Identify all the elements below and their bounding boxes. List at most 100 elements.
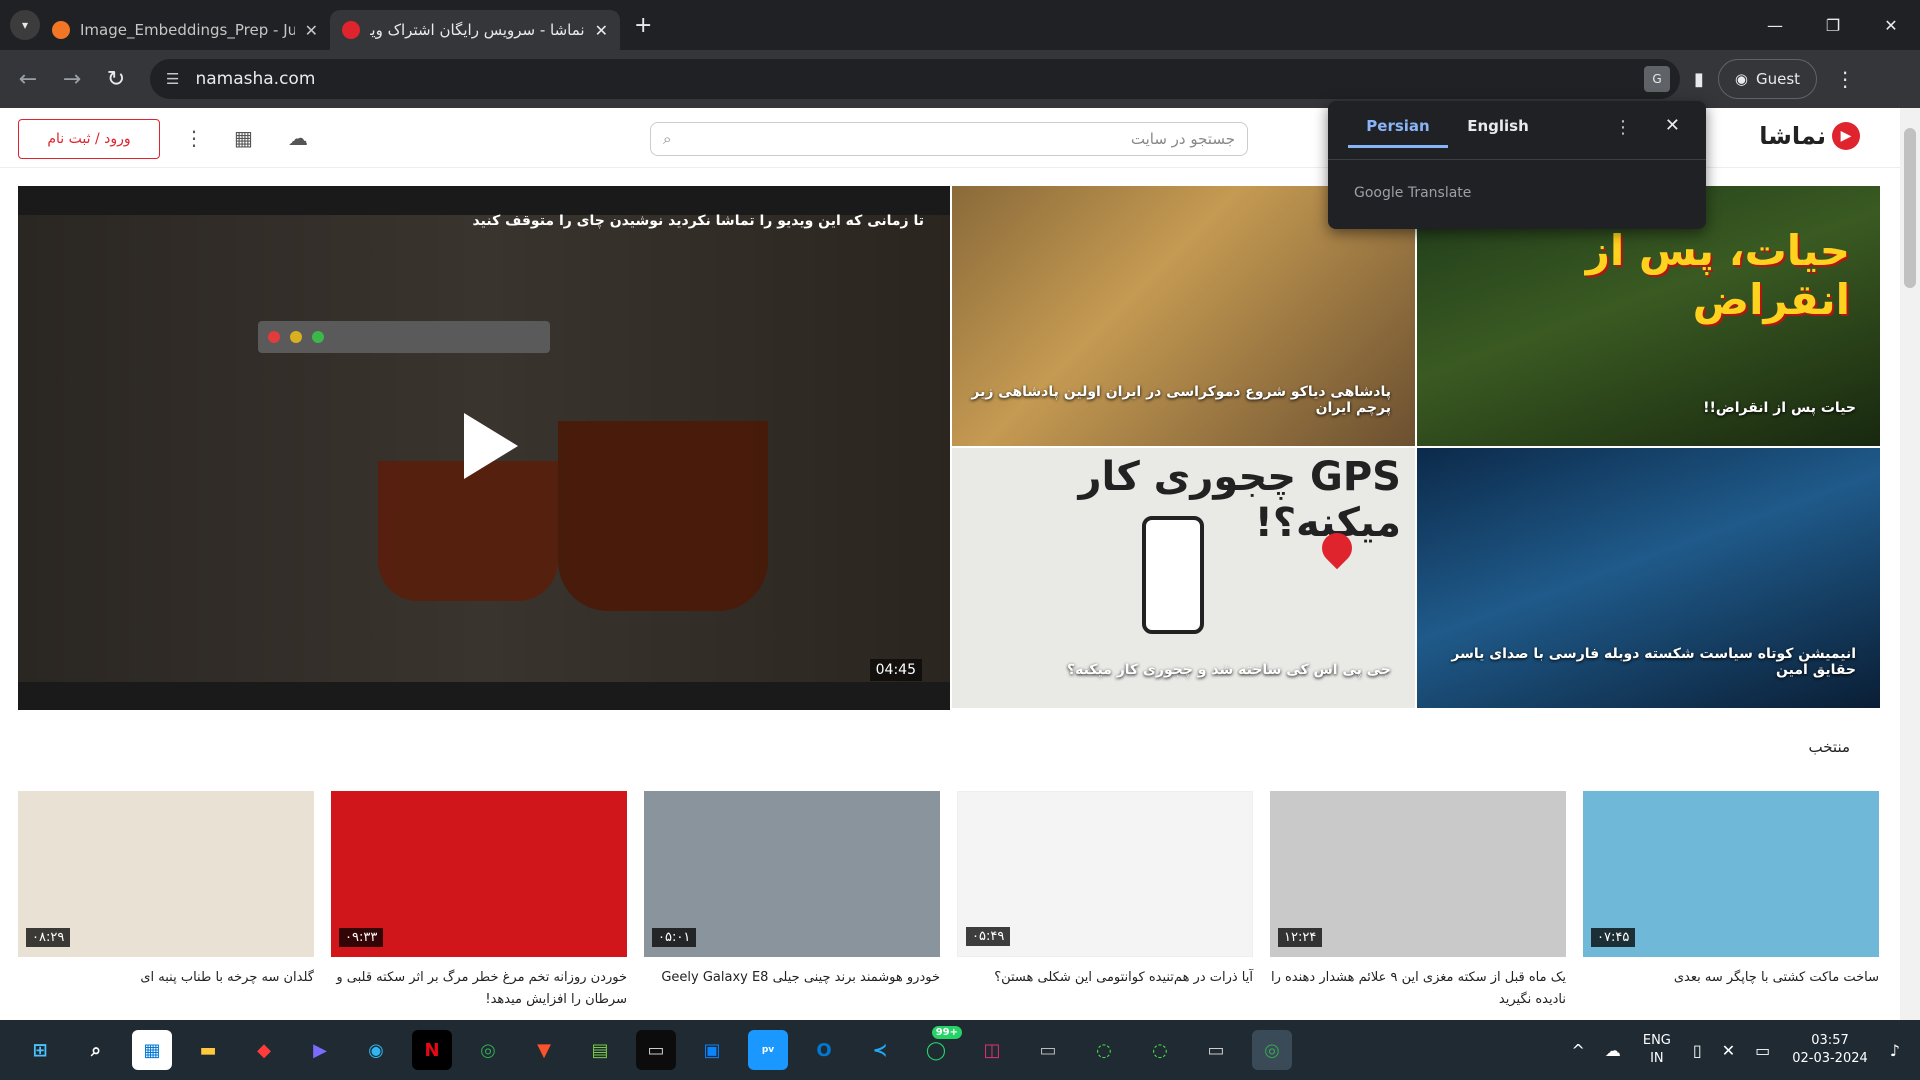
video-duration: 04:45 xyxy=(869,659,922,681)
tab-title: نماشا - سرویس رایگان اشتراک ویدیو xyxy=(370,21,585,39)
back-icon[interactable]: ← xyxy=(6,67,50,92)
site-logo[interactable]: نماشا ▶ xyxy=(1759,122,1860,150)
close-icon[interactable]: ✕ xyxy=(1665,115,1680,136)
translate-tab-english[interactable]: English xyxy=(1448,117,1548,148)
phone-graphic xyxy=(1142,516,1204,634)
vscode-icon[interactable]: ≺ xyxy=(860,1030,900,1070)
video-card[interactable]: ۰۸:۲۹ گلدان سه چرخه با طناب پنبه ای xyxy=(18,791,314,989)
outlook-icon[interactable]: O xyxy=(804,1030,844,1070)
minimize-icon[interactable]: — xyxy=(1746,0,1804,50)
video-card[interactable]: ۱۲:۲۴ یک ماه قبل از سکته مغزی این ۹ علائ… xyxy=(1270,791,1566,1011)
translate-tab-persian[interactable]: Persian xyxy=(1348,117,1448,148)
new-tab-button[interactable]: + xyxy=(634,13,652,38)
language-indicator[interactable]: ENG IN xyxy=(1643,1032,1671,1068)
start-icon[interactable]: ⊞ xyxy=(20,1030,60,1070)
clock[interactable]: 03:57 02-03-2024 xyxy=(1792,1032,1868,1068)
login-button[interactable]: ورود / ثبت نام xyxy=(18,119,160,159)
close-tab-icon[interactable]: ✕ xyxy=(595,21,608,40)
tile-caption: حیات پس از انقراض!! xyxy=(1703,400,1856,416)
browser-toolbar: ← → ↻ ☰ namasha.com G ▮ ◉ Guest ⋮ xyxy=(0,50,1920,108)
volume-icon[interactable]: ✕ xyxy=(1722,1041,1735,1060)
app-icon[interactable]: ◌ xyxy=(1140,1030,1180,1070)
featured-tile[interactable]: GPS چجوری کار میکنه؟! جی پی اس کی ساخته … xyxy=(952,448,1415,708)
tile-caption: انیمیشن کوتاه سیاست شکسته دوبله فارسی با… xyxy=(1451,646,1856,678)
video-card[interactable]: ۰۷:۴۵ ساخت ماکت کشتی با چاپگر سه بعدی xyxy=(1583,791,1879,989)
card-title: گلدان سه چرخه با طناب پنبه ای xyxy=(140,970,314,985)
address-bar[interactable]: ☰ namasha.com G xyxy=(150,59,1680,99)
lang-bottom: IN xyxy=(1650,1051,1664,1066)
chrome-icon[interactable]: ◎ xyxy=(1252,1030,1292,1070)
site-info-icon[interactable]: ☰ xyxy=(166,70,179,88)
logo-text: نماشا xyxy=(1759,122,1826,150)
edge-icon[interactable]: ◉ xyxy=(356,1030,396,1070)
brave-icon[interactable]: ▼ xyxy=(524,1030,564,1070)
prime-video-icon[interactable]: pv xyxy=(748,1030,788,1070)
app-icon[interactable]: ▣ xyxy=(692,1030,732,1070)
app-icon[interactable]: ▭ xyxy=(1028,1030,1068,1070)
notification-bell-icon[interactable]: ♪ xyxy=(1890,1041,1900,1060)
video-card[interactable]: ۰۹:۳۳ خوردن روزانه تخم مرغ خطر مرگ بر اث… xyxy=(331,791,627,1011)
tab-jupyter[interactable]: Image_Embeddings_Prep - Jupy ✕ xyxy=(40,10,330,50)
tab-search-button[interactable]: ▾ xyxy=(10,10,40,40)
window-graphic xyxy=(258,321,550,353)
google-translate-brand: Google Translate xyxy=(1354,185,1472,201)
more-options-icon[interactable]: ⋮ xyxy=(1614,117,1632,138)
chrome-icon[interactable]: ◎ xyxy=(468,1030,508,1070)
taskbar: ⊞ ⌕ ▦ ▬ ◆ ▶ ◉ N ◎ ▼ ▤ ▭ ▣ pv O ≺ ◯ 99+ ◫ … xyxy=(0,1020,1920,1080)
close-window-icon[interactable]: ✕ xyxy=(1862,0,1920,50)
tea-cup-graphic xyxy=(558,421,768,611)
forward-icon[interactable]: → xyxy=(50,67,94,92)
tile-caption: پادشاهی دیاکو شروع دموکراسی در ایران اول… xyxy=(971,384,1391,416)
scrollbar-thumb[interactable] xyxy=(1904,128,1916,288)
terminal-icon[interactable]: ▭ xyxy=(636,1030,676,1070)
app-icon[interactable]: ◆ xyxy=(244,1030,284,1070)
app-icon[interactable]: ▤ xyxy=(580,1030,620,1070)
play-icon[interactable] xyxy=(464,413,518,479)
notification-badge: 99+ xyxy=(931,1026,962,1039)
chrome-menu-icon[interactable]: ⋮ xyxy=(1835,67,1855,91)
maximize-icon[interactable]: ❐ xyxy=(1804,0,1862,50)
page-content: ورود / ثبت نام ⋮ ▦ ☁ ⌕ جستجو در سایت نما… xyxy=(0,108,1920,1020)
store-icon[interactable]: ▦ xyxy=(132,1030,172,1070)
terminal-icon[interactable]: ▭ xyxy=(1196,1030,1236,1070)
search-icon[interactable]: ⌕ xyxy=(663,130,671,148)
instagram-icon[interactable]: ◫ xyxy=(972,1030,1012,1070)
tab-title: Image_Embeddings_Prep - Jupy xyxy=(80,21,295,39)
onedrive-icon[interactable]: ☁ xyxy=(1605,1041,1621,1060)
featured-video[interactable]: تا زمانی که این ویدیو را تماشا نکردید نو… xyxy=(18,186,950,710)
profile-button[interactable]: ◉ Guest xyxy=(1717,59,1818,99)
play-logo-icon: ▶ xyxy=(1832,122,1860,150)
page-scrollbar[interactable] xyxy=(1900,108,1920,1020)
video-card[interactable]: ۰۵:۴۹ آیا ذرات در هم‌تنیده کوانتومی این … xyxy=(957,791,1253,989)
upload-icon[interactable]: ☁ xyxy=(288,126,308,150)
netflix-icon[interactable]: N xyxy=(412,1030,452,1070)
search-icon[interactable]: ⌕ xyxy=(76,1030,116,1070)
app-icon[interactable]: ◌ xyxy=(1084,1030,1124,1070)
battery-icon[interactable]: ▭ xyxy=(1755,1041,1770,1060)
translate-icon[interactable]: G xyxy=(1644,66,1670,92)
more-options-icon[interactable]: ⋮ xyxy=(184,126,204,150)
file-explorer-icon[interactable]: ▬ xyxy=(188,1030,228,1070)
search-input[interactable]: ⌕ جستجو در سایت xyxy=(650,122,1248,156)
reload-icon[interactable]: ↻ xyxy=(94,67,138,92)
search-placeholder: جستجو در سایت xyxy=(1130,130,1235,148)
categories-grid-icon[interactable]: ▦ xyxy=(234,126,253,150)
close-tab-icon[interactable]: ✕ xyxy=(305,21,318,40)
card-thumbnail: ۰۷:۴۵ xyxy=(1583,791,1879,957)
tab-namasha[interactable]: نماشا - سرویس رایگان اشتراک ویدیو ✕ xyxy=(330,10,620,50)
card-thumbnail: ۰۵:۰۱ xyxy=(644,791,940,957)
card-title: آیا ذرات در هم‌تنیده کوانتومی این شکلی ه… xyxy=(994,970,1253,985)
side-panel-icon[interactable]: ▮ xyxy=(1694,69,1704,90)
url-text: namasha.com xyxy=(195,69,316,89)
featured-tile[interactable]: انیمیشن کوتاه سیاست شکسته دوبله فارسی با… xyxy=(1417,448,1880,708)
date: 02-03-2024 xyxy=(1792,1051,1868,1066)
video-card[interactable]: ۰۵:۰۱ خودرو هوشمند برند چینی جیلی Geely … xyxy=(644,791,940,989)
card-thumbnail: ۰۵:۴۹ xyxy=(957,791,1253,957)
app-icon[interactable]: ▶ xyxy=(300,1030,340,1070)
chevron-up-icon[interactable]: ^ xyxy=(1571,1041,1584,1060)
whatsapp-icon[interactable]: ◯ 99+ xyxy=(916,1026,962,1070)
network-icon[interactable]: ▯ xyxy=(1693,1041,1702,1060)
card-thumbnail: ۰۸:۲۹ xyxy=(18,791,314,957)
tile-overlay-text: حیات، پس از انقراض xyxy=(1585,226,1850,324)
card-duration: ۰۵:۰۱ xyxy=(652,928,697,947)
